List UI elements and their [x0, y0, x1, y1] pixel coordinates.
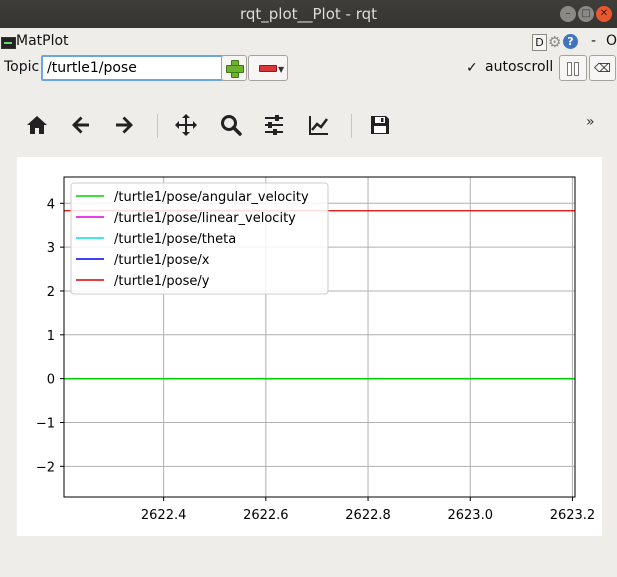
legend-label: /turtle1/pose/x [114, 253, 210, 268]
legend-label: /turtle1/pose/y [114, 274, 210, 289]
plot-toolbar: » [0, 108, 617, 146]
plugin-header: MatPlot D ⚙ ? - O [0, 32, 617, 52]
pan-icon[interactable] [169, 108, 203, 142]
x-tick-label: 2622.4 [141, 508, 187, 523]
plugin-extra-button[interactable]: O [606, 33, 617, 49]
forward-icon[interactable] [107, 108, 141, 142]
matplot-icon [1, 37, 16, 49]
topic-label: Topic [4, 59, 40, 75]
clear-icon: ⌫ [594, 61, 611, 75]
toolbar-more-button[interactable]: » [586, 114, 595, 130]
clear-button[interactable]: ⌫ [589, 55, 616, 81]
x-tick-label: 2623.0 [447, 508, 493, 523]
legend-label: /turtle1/pose/linear_velocity [114, 211, 296, 226]
y-tick-label: 3 [47, 241, 55, 256]
save-icon[interactable] [363, 108, 397, 142]
plot-canvas[interactable]: 2622.4 2622.6 2622.8 2623.0 2623.2−2−101234 … [17, 157, 602, 536]
pause-button[interactable] [559, 55, 587, 81]
autoscroll-label: autoscroll [485, 59, 554, 75]
minus-icon [259, 65, 277, 72]
x-tick-label: 2622.8 [345, 508, 391, 523]
gear-icon[interactable]: ⚙ [548, 33, 561, 51]
toolbar-separator [351, 114, 352, 138]
plugin-name: MatPlot [16, 33, 69, 49]
edit-axis-icon[interactable] [302, 108, 336, 142]
add-topic-button[interactable] [221, 55, 247, 81]
configure-subplots-icon[interactable] [257, 108, 291, 142]
chevron-down-icon: ▼ [278, 65, 285, 74]
help-button[interactable]: ? [563, 34, 578, 49]
y-tick-label: 2 [47, 285, 55, 300]
y-tick-label: 1 [47, 329, 55, 344]
plot-figure[interactable]: 2622.4 2622.6 2622.8 2623.0 2623.2 −2 −1 0 1 2 3 4 … [17, 157, 602, 536]
title-bar: rqt_plot__Plot - rqt – □ ✕ [0, 0, 617, 28]
y-tick-label: −1 [36, 416, 55, 431]
dock-button[interactable]: D [532, 34, 547, 51]
window-title: rqt_plot__Plot - rqt [239, 5, 378, 23]
y-tick-label: 0 [47, 373, 55, 388]
zoom-icon[interactable] [214, 108, 248, 142]
home-icon[interactable] [20, 108, 54, 142]
close-icon[interactable]: ✕ [596, 6, 612, 22]
y-tick-label: −2 [36, 460, 55, 475]
x-tick-label: 2623.2 [550, 508, 596, 523]
maximize-icon[interactable]: □ [578, 6, 594, 22]
autoscroll-checkbox[interactable]: ✓ [466, 60, 478, 76]
topic-bar: Topic ▼ ✓ autoscroll ⌫ [0, 54, 617, 82]
minimize-icon[interactable]: – [560, 6, 576, 22]
legend-label: /turtle1/pose/theta [114, 232, 236, 247]
y-tick-label: 4 [47, 197, 55, 212]
back-icon[interactable] [64, 108, 98, 142]
toolbar-separator [157, 114, 158, 138]
topic-input[interactable] [41, 55, 224, 81]
legend-label: /turtle1/pose/angular_velocity [114, 190, 309, 205]
plugin-close-button[interactable]: - [591, 33, 596, 49]
x-tick-label: 2622.6 [243, 508, 289, 523]
remove-topic-button[interactable]: ▼ [248, 55, 288, 81]
